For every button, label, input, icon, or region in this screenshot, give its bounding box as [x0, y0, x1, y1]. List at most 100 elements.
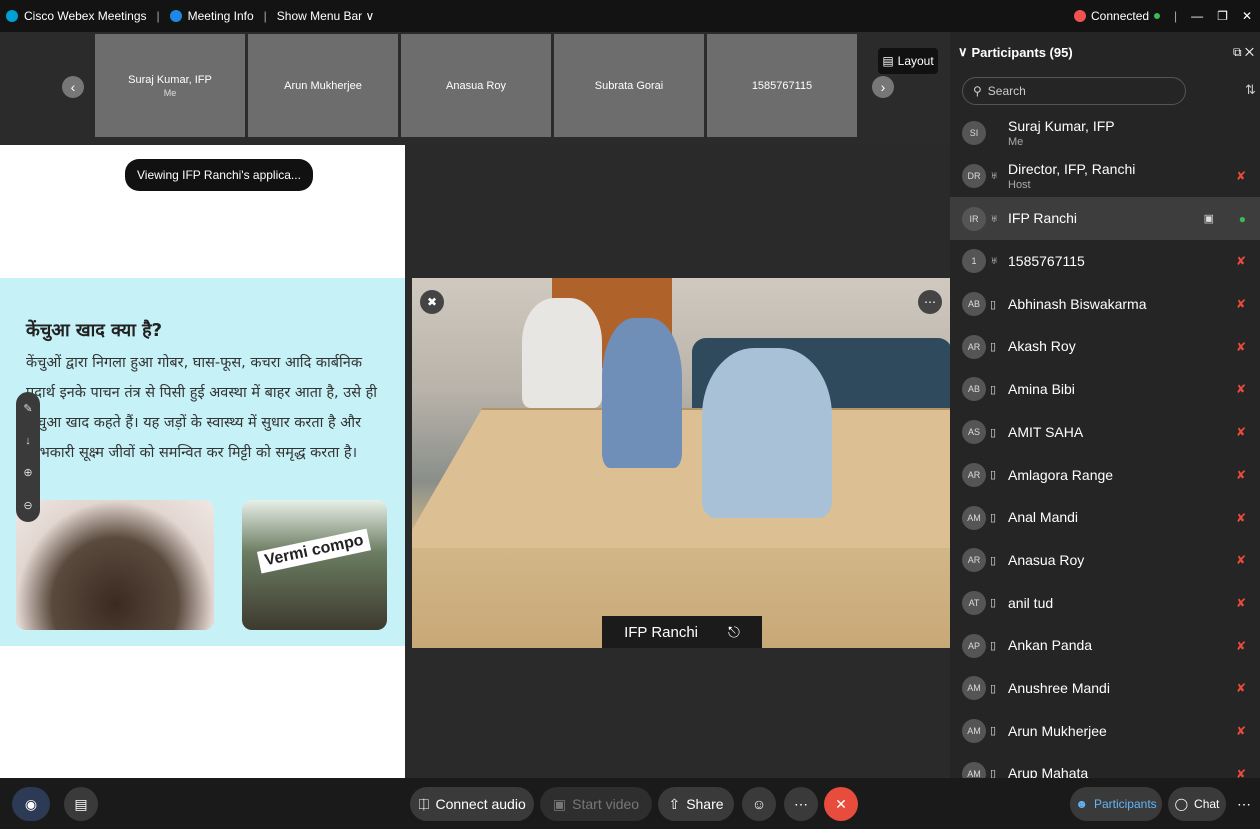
participant-row[interactable]: AR ▯ Amlagora Range ✘	[950, 454, 1260, 497]
status-dot	[1154, 13, 1161, 19]
participant-name-text: Director, IFP, Ranchi	[1008, 160, 1136, 177]
participant-row[interactable]: AM ▯ Anal Mandi ✘	[950, 496, 1260, 539]
share-icon: ⎋	[728, 623, 740, 641]
participant-name-text: Abhinash Biswakarma	[1008, 295, 1147, 312]
collapse-icon[interactable]: ∨	[958, 44, 968, 60]
connect-audio-button[interactable]: ⎅ Connect audio	[410, 787, 534, 821]
device-icon: ▯	[990, 512, 997, 525]
more-options-icon[interactable]: ⋯	[918, 290, 942, 314]
muted-mic-icon[interactable]: ✘	[1236, 297, 1246, 311]
muted-mic-icon[interactable]: ✘	[1236, 340, 1246, 354]
participant-row[interactable]: IR ♅ IFP Ranchi ▣ ●	[950, 197, 1260, 241]
shared-content: Viewing IFP Ranchi's applica... केंचुआ ख…	[0, 145, 405, 778]
share-label: Share	[686, 796, 724, 812]
chat-button[interactable]: ◯ Chat	[1168, 787, 1226, 821]
participant-row[interactable]: AS ▯ AMIT SAHA ✘	[950, 411, 1260, 454]
muted-mic-icon[interactable]: ✘	[1236, 468, 1246, 482]
participant-row[interactable]: SI Suraj Kumar, IFP Me	[950, 112, 1260, 155]
participant-name-text: Arun Mukherjee	[1008, 722, 1107, 739]
chat-icon: ◯	[1174, 797, 1189, 811]
connection-status[interactable]: Connected	[1074, 9, 1161, 23]
participant-row[interactable]: AR ▯ Akash Roy ✘	[950, 325, 1260, 368]
muted-mic-icon[interactable]: ✘	[1236, 724, 1246, 738]
avatar: SI	[962, 121, 986, 146]
participant-name: 1585767115	[1008, 253, 1085, 269]
participant-row[interactable]: AR ▯ Anasua Roy ✘	[950, 539, 1260, 582]
more-button[interactable]: ⋯	[784, 787, 818, 821]
filmstrip-prev-button[interactable]: ‹	[62, 76, 84, 98]
video-thumb[interactable]: Subrata Gorai	[554, 34, 704, 137]
participant-search-input[interactable]: ⚲ Search	[962, 77, 1186, 105]
participant-name-text: Amlagora Range	[1008, 466, 1114, 483]
start-video-button[interactable]: ▣ Start video	[540, 787, 652, 821]
muted-mic-icon[interactable]: ✘	[1236, 553, 1246, 567]
device-icon: ▯	[990, 298, 997, 311]
participant-row[interactable]: AM ▯ Arun Mukherjee ✘	[950, 710, 1260, 753]
zoom-out-icon[interactable]: ⊖	[23, 499, 32, 512]
meeting-stage: Viewing IFP Ranchi's applica... केंचुआ ख…	[0, 145, 950, 778]
panel-title: Participants (95)	[971, 44, 1073, 60]
thumb-name: Arun Mukherjee	[284, 79, 362, 92]
participant-row[interactable]: DR ♅ Director, IFP, Ranchi Host ✘	[950, 155, 1260, 198]
thumb-name: 1585767115	[751, 79, 813, 92]
annotate-icon[interactable]: ✎	[23, 402, 32, 415]
captions-button[interactable]: ▤	[64, 787, 98, 821]
minimize-button[interactable]: —	[1191, 9, 1203, 23]
connection-status-label: Connected	[1091, 9, 1150, 23]
muted-mic-icon[interactable]: ✘	[1236, 382, 1246, 396]
overflow-button[interactable]: ⋯	[1232, 787, 1256, 821]
audio-icon: ⎅	[418, 795, 430, 812]
participant-row[interactable]: AB ▯ Abhinash Biswakarma ✘	[950, 283, 1260, 326]
smiley-icon: ☺	[751, 796, 767, 812]
assistant-icon: ◉	[24, 795, 38, 812]
assistant-button[interactable]: ◉	[12, 787, 50, 821]
participant-name: Anushree Mandi	[1008, 680, 1110, 696]
video-thumb[interactable]: Arun Mukherjee	[248, 34, 398, 137]
restore-button[interactable]: ❐	[1217, 9, 1228, 23]
show-menu-bar-button[interactable]: Show Menu Bar ∨	[277, 9, 375, 23]
end-call-button[interactable]: ✕	[824, 787, 858, 821]
device-icon: ▯	[990, 469, 997, 482]
video-thumb[interactable]: Suraj Kumar, IFP Me	[95, 34, 245, 137]
layout-button[interactable]: ▤ Layout	[878, 48, 938, 74]
participant-row[interactable]: AP ▯ Ankan Panda ✘	[950, 624, 1260, 667]
participant-row[interactable]: AB ▯ Amina Bibi ✘	[950, 368, 1260, 411]
slide-body: केंचुओं द्वारा निगला हुआ गोबर, घास-फूस, …	[26, 355, 378, 461]
participant-name-text: anil tud	[1008, 594, 1054, 611]
avatar: AT	[962, 590, 986, 615]
participant-name-text: Anasua Roy	[1008, 551, 1085, 568]
captions-icon: ▤	[74, 795, 88, 812]
zoom-in-icon[interactable]: ⊕	[23, 466, 32, 479]
muted-mic-icon[interactable]: ✘	[1236, 596, 1246, 610]
participant-name: Anal Mandi	[1008, 509, 1078, 525]
participant-name-text: Anushree Mandi	[1008, 679, 1110, 696]
meeting-info-button[interactable]: Meeting Info	[188, 9, 254, 23]
participant-row[interactable]: 1 ♅ 1585767115 ✘	[950, 240, 1260, 283]
muted-mic-icon[interactable]: ✘	[1236, 425, 1246, 439]
participants-button[interactable]: ☻ Participants	[1070, 787, 1162, 821]
connect-audio-label: Connect audio	[435, 796, 526, 812]
video-thumb[interactable]: Anasua Roy	[401, 34, 551, 137]
video-thumb[interactable]: 1585767115	[707, 34, 857, 137]
popout-icon[interactable]: ⧉ ✕	[1233, 45, 1254, 60]
unpin-icon[interactable]: ✖	[420, 290, 444, 314]
muted-mic-icon[interactable]: ✘	[1236, 681, 1246, 695]
avatar: IR	[962, 206, 986, 231]
muted-mic-icon[interactable]: ✘	[1236, 511, 1246, 525]
sort-icon[interactable]: ⇅	[1245, 82, 1256, 98]
viewing-banner[interactable]: Viewing IFP Ranchi's applica...	[125, 159, 313, 191]
pointer-icon[interactable]: ↓	[25, 435, 31, 447]
avatar: DR	[962, 164, 986, 189]
participant-name-text: IFP Ranchi	[1008, 210, 1077, 227]
video-name-label: IFP Ranchi ⎋	[602, 616, 762, 648]
share-button[interactable]: ⇧ Share	[658, 787, 734, 821]
participant-row[interactable]: AT ▯ anil tud ✘	[950, 582, 1260, 625]
reactions-button[interactable]: ☺	[742, 787, 776, 821]
muted-mic-icon[interactable]: ✘	[1236, 169, 1246, 183]
close-button[interactable]: ✕	[1242, 9, 1252, 23]
participant-name-text: Amina Bibi	[1008, 381, 1075, 398]
filmstrip-next-button[interactable]: ›	[872, 76, 894, 98]
participant-row[interactable]: AM ▯ Anushree Mandi ✘	[950, 667, 1260, 710]
muted-mic-icon[interactable]: ✘	[1236, 254, 1246, 268]
muted-mic-icon[interactable]: ✘	[1236, 639, 1246, 653]
